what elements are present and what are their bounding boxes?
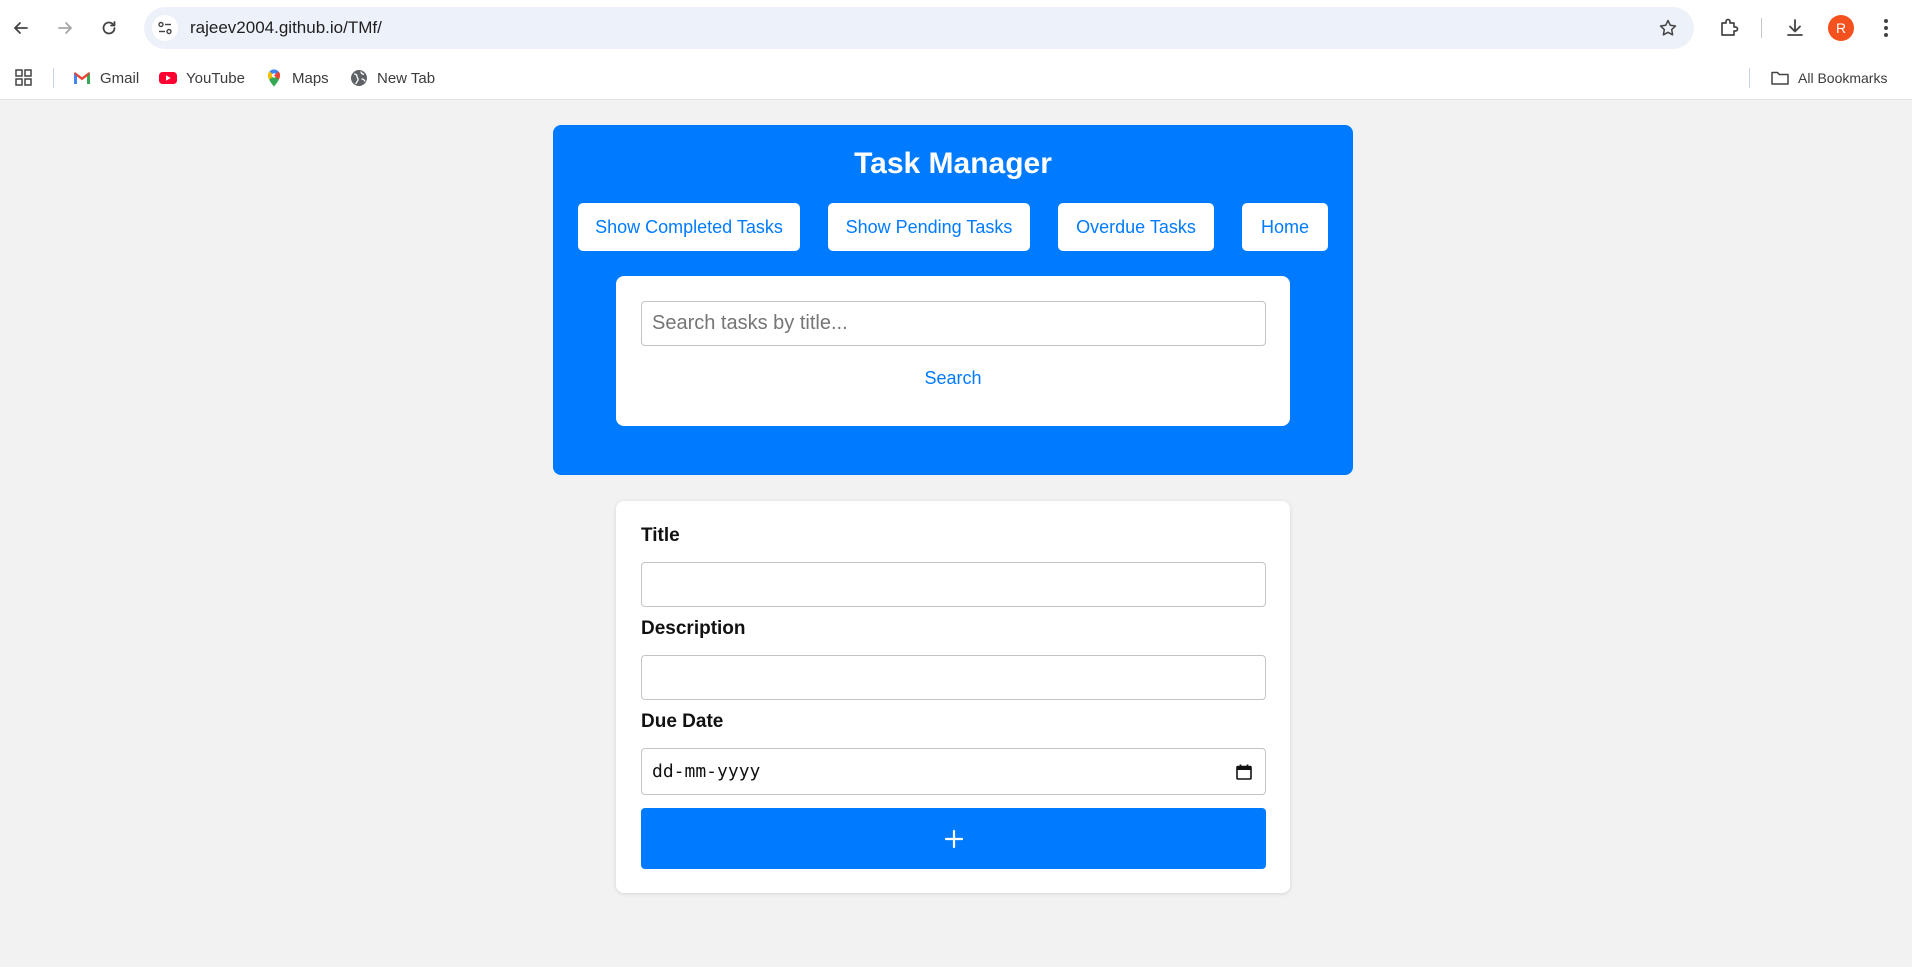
youtube-icon xyxy=(159,72,177,84)
forward-button[interactable] xyxy=(49,12,81,44)
bookmark-label: Gmail xyxy=(100,69,140,87)
arrow-left-icon xyxy=(14,22,28,34)
calendar-icon[interactable] xyxy=(1235,763,1253,781)
back-button[interactable] xyxy=(5,12,37,44)
show-pending-tasks-button[interactable]: Show Pending Tasks xyxy=(828,203,1030,251)
bookmark-new-tab[interactable]: New Tab xyxy=(349,65,435,91)
bookmark-label: Maps xyxy=(292,69,329,87)
bookmarks-divider xyxy=(1749,68,1750,88)
due-date-placeholder: dd-mm-yyyy xyxy=(652,761,761,782)
overdue-tasks-button[interactable]: Overdue Tasks xyxy=(1058,203,1214,251)
gmail-icon xyxy=(74,72,90,84)
description-field[interactable] xyxy=(641,655,1266,700)
search-panel: Search xyxy=(616,276,1290,426)
apps-button[interactable] xyxy=(14,65,34,91)
add-task-form: Title Description Due Date dd-mm-yyyy xyxy=(616,501,1290,893)
app-header: Task Manager Show Completed Tasks Show P… xyxy=(553,125,1353,475)
bookmark-gmail[interactable]: Gmail xyxy=(72,65,139,91)
browser-toolbar: rajeev2004.github.io/TMf/ R xyxy=(0,0,1912,56)
show-completed-tasks-button[interactable]: Show Completed Tasks xyxy=(578,203,800,251)
site-info-icon[interactable] xyxy=(152,15,178,41)
search-button[interactable]: Search xyxy=(616,368,1290,389)
all-bookmarks-label: All Bookmarks xyxy=(1798,70,1888,86)
due-date-field[interactable]: dd-mm-yyyy xyxy=(641,748,1266,795)
avatar[interactable]: R xyxy=(1828,15,1854,41)
due-date-label: Due Date xyxy=(641,711,724,732)
bookmarks-bar: Gmail YouTube Maps New Tab All Bookmarks xyxy=(0,56,1912,100)
arrow-right-icon xyxy=(58,22,72,34)
bookmark-label: New Tab xyxy=(377,69,436,87)
bookmarks-divider xyxy=(53,68,54,88)
title-label: Title xyxy=(641,525,680,546)
all-bookmarks-button[interactable]: All Bookmarks xyxy=(1770,65,1887,91)
folder-icon xyxy=(1771,71,1789,85)
reload-button[interactable] xyxy=(93,12,125,44)
bookmark-maps[interactable]: Maps xyxy=(264,65,329,91)
download-icon[interactable] xyxy=(1782,15,1808,41)
maps-icon xyxy=(267,69,281,87)
address-bar[interactable]: rajeev2004.github.io/TMf/ xyxy=(144,7,1694,49)
page-title: Task Manager xyxy=(854,147,1052,180)
add-task-button[interactable] xyxy=(641,808,1266,869)
globe-icon xyxy=(351,70,367,86)
apps-grid-icon xyxy=(15,69,32,86)
plus-icon xyxy=(944,829,963,848)
bookmark-label: YouTube xyxy=(186,69,245,87)
bookmark-youtube[interactable]: YouTube xyxy=(158,65,245,91)
home-button[interactable]: Home xyxy=(1242,203,1328,251)
extensions-icon[interactable] xyxy=(1716,15,1742,41)
url-text[interactable]: rajeev2004.github.io/TMf/ xyxy=(190,18,382,38)
kebab-menu-icon[interactable] xyxy=(1873,15,1899,41)
toolbar-divider xyxy=(1761,18,1762,38)
search-input[interactable] xyxy=(641,301,1266,346)
title-field[interactable] xyxy=(641,562,1266,607)
description-label: Description xyxy=(641,618,746,639)
reload-icon xyxy=(102,21,116,35)
star-icon[interactable] xyxy=(1658,18,1678,38)
